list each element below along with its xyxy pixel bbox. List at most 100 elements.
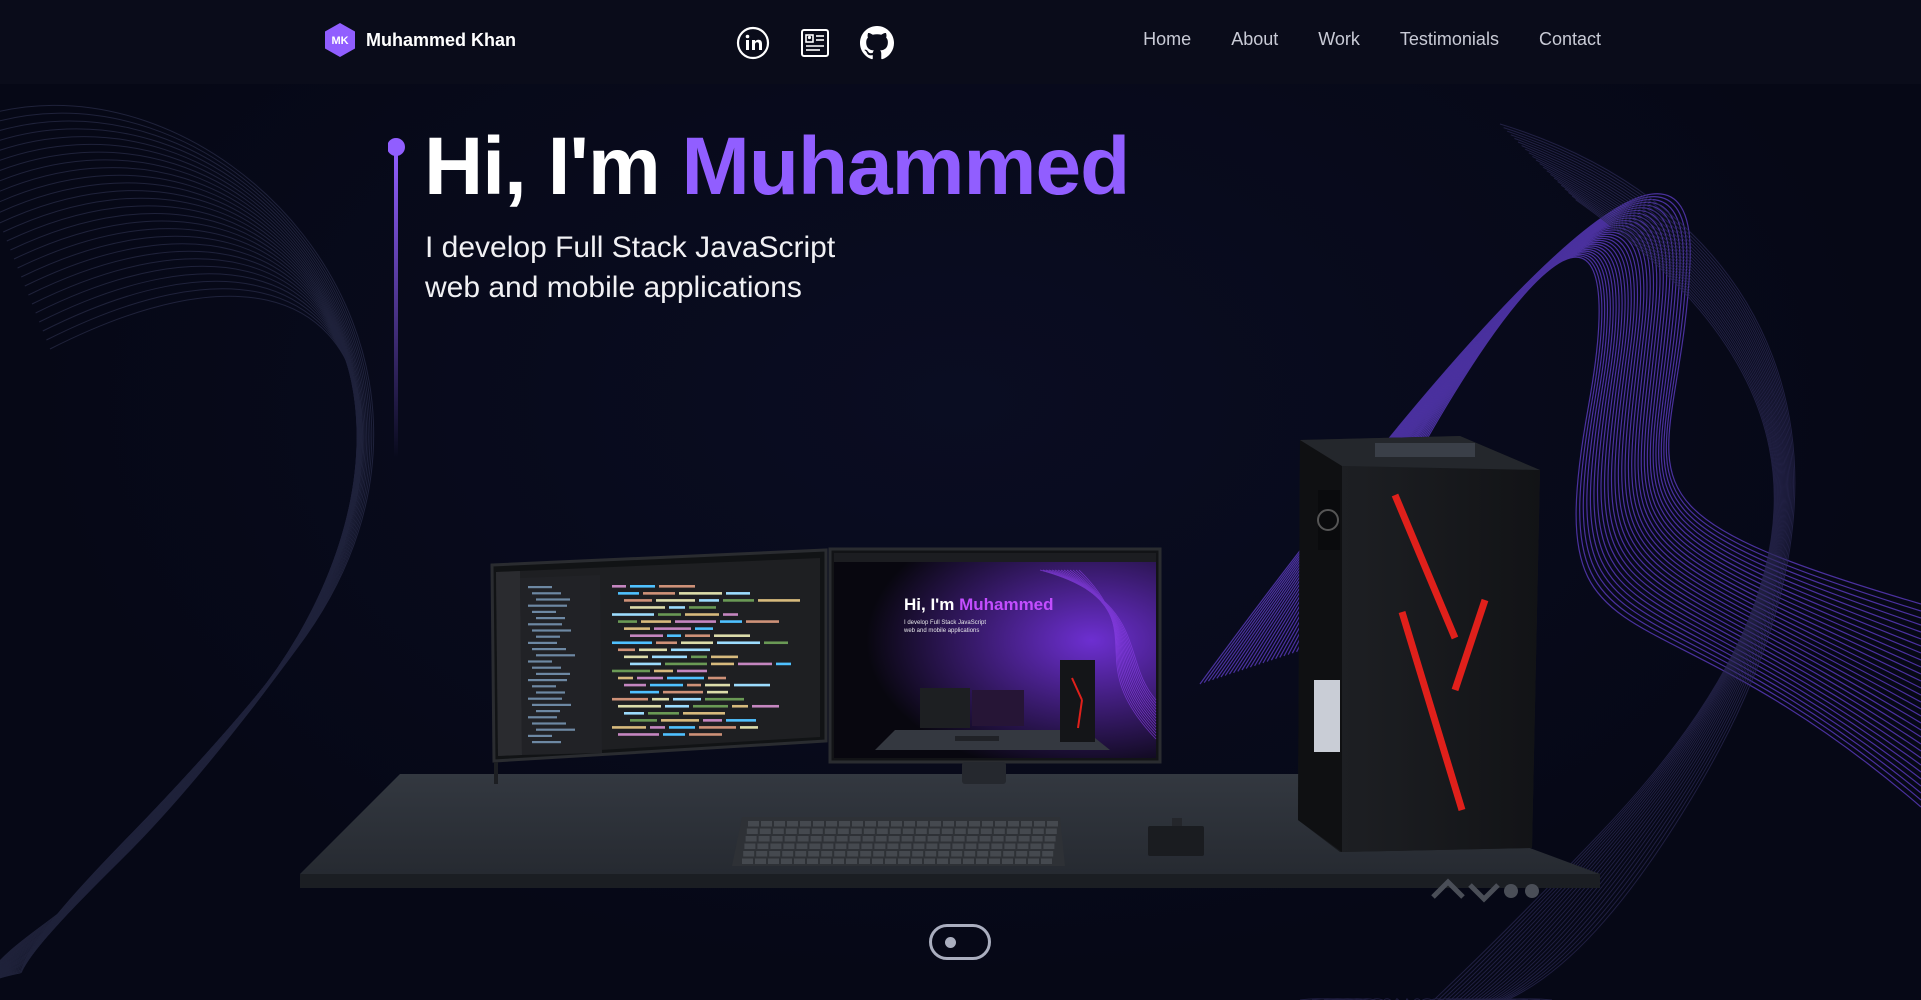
left-monitor	[490, 548, 828, 784]
keyboard-key	[761, 821, 772, 827]
scroll-indicator-dot	[945, 937, 956, 948]
keyboard-key	[743, 851, 755, 857]
nav-about[interactable]: About	[1231, 29, 1278, 50]
nav-home[interactable]: Home	[1143, 29, 1191, 50]
scroll-down-button[interactable]	[929, 924, 991, 960]
file-tree-item	[536, 672, 570, 675]
keyboard-key	[826, 821, 837, 827]
code-token	[675, 620, 716, 623]
keyboard-key	[822, 843, 834, 849]
keyboard-key	[977, 851, 989, 857]
code-token	[699, 599, 719, 602]
keyboard-key	[1041, 858, 1052, 864]
code-token	[639, 648, 667, 652]
linkedin-link[interactable]	[736, 26, 770, 60]
social-links	[736, 26, 894, 60]
keyboard-key	[1006, 828, 1018, 834]
code-token	[661, 719, 699, 722]
nav-work[interactable]: Work	[1318, 29, 1360, 50]
keyboard-key	[782, 851, 794, 857]
main-nav: Home About Work Testimonials Contact	[1143, 29, 1601, 50]
keyboard-key	[875, 836, 887, 842]
file-tree-item	[536, 710, 560, 713]
keyboard-key	[797, 836, 809, 842]
keyboard-key	[810, 836, 822, 842]
keyboard-key	[899, 851, 911, 857]
keyboard-key	[859, 858, 870, 864]
keyboard-key	[976, 858, 987, 864]
keyboard-key	[1028, 858, 1039, 864]
code-token	[708, 676, 726, 680]
hero-accent-line	[388, 138, 405, 458]
code-token	[726, 719, 756, 722]
keyboard-key	[770, 843, 782, 849]
keyboard-key	[1018, 836, 1030, 842]
keyboard-key	[943, 821, 954, 827]
keyboard-key	[834, 851, 846, 857]
code-token	[734, 683, 770, 687]
keyboard-key	[795, 851, 807, 857]
keyboard-key	[813, 821, 824, 827]
resume-link[interactable]	[798, 26, 832, 60]
file-tree-item	[536, 654, 575, 657]
pc-case	[1298, 436, 1540, 852]
file-tree-item	[528, 679, 567, 682]
code-token	[612, 697, 648, 701]
file-tree-item	[528, 697, 562, 700]
keyboard-key	[772, 828, 784, 834]
code-token	[648, 712, 679, 715]
keyboard-key	[758, 836, 770, 842]
file-tree-item	[528, 734, 552, 737]
file-tree-item	[532, 610, 556, 613]
code-token	[681, 641, 713, 645]
keyboard-key	[913, 843, 925, 849]
keyboard-key	[860, 851, 872, 857]
keyboard-key	[963, 858, 974, 864]
keyboard-key	[748, 821, 759, 827]
brand-logo-icon: MK	[325, 23, 355, 57]
code-token	[693, 704, 728, 708]
code-token	[612, 669, 650, 673]
keyboard-key	[787, 821, 798, 827]
file-tree-item	[536, 728, 575, 731]
keyboard-key	[746, 828, 758, 834]
code-token	[656, 641, 677, 645]
github-link[interactable]	[860, 26, 894, 60]
keyboard-key	[898, 858, 909, 864]
code-token	[656, 599, 695, 602]
code-token	[624, 627, 650, 630]
brand-link[interactable]: MK Muhammed Khan	[322, 22, 516, 58]
hero-subtitle: I develop Full Stack JavaScript web and …	[425, 228, 945, 308]
keyboard-key	[837, 828, 849, 834]
code-token	[746, 620, 779, 623]
keyboard-key	[982, 821, 993, 827]
nav-contact[interactable]: Contact	[1539, 29, 1601, 50]
keyboard-key	[900, 843, 912, 849]
mini-screen-subtitle-2: web and mobile applications	[903, 628, 979, 634]
keyboard-key	[990, 851, 1002, 857]
code-token	[738, 662, 772, 666]
keyboard-key	[863, 828, 875, 834]
keyboard-key	[862, 836, 874, 842]
code-token	[764, 641, 788, 645]
nav-testimonials[interactable]: Testimonials	[1400, 29, 1499, 50]
code-token	[717, 641, 760, 645]
code-token	[630, 634, 663, 637]
keyboard-key	[1004, 843, 1016, 849]
keyboard-key	[888, 836, 900, 842]
keyboard-key	[993, 828, 1005, 834]
code-token	[711, 655, 738, 659]
keyboard-key	[930, 821, 941, 827]
file-tree-item	[532, 666, 561, 669]
keyboard-key	[1032, 828, 1044, 834]
code-token	[699, 726, 736, 729]
keyboard-key	[809, 843, 821, 849]
code-token	[652, 697, 669, 701]
keyboard-key	[886, 851, 898, 857]
code-token	[612, 585, 626, 588]
keyboard-key	[848, 843, 860, 849]
resume-icon	[801, 29, 829, 57]
code-token	[637, 676, 663, 680]
code-token	[654, 669, 673, 673]
keyboard-key	[885, 858, 896, 864]
